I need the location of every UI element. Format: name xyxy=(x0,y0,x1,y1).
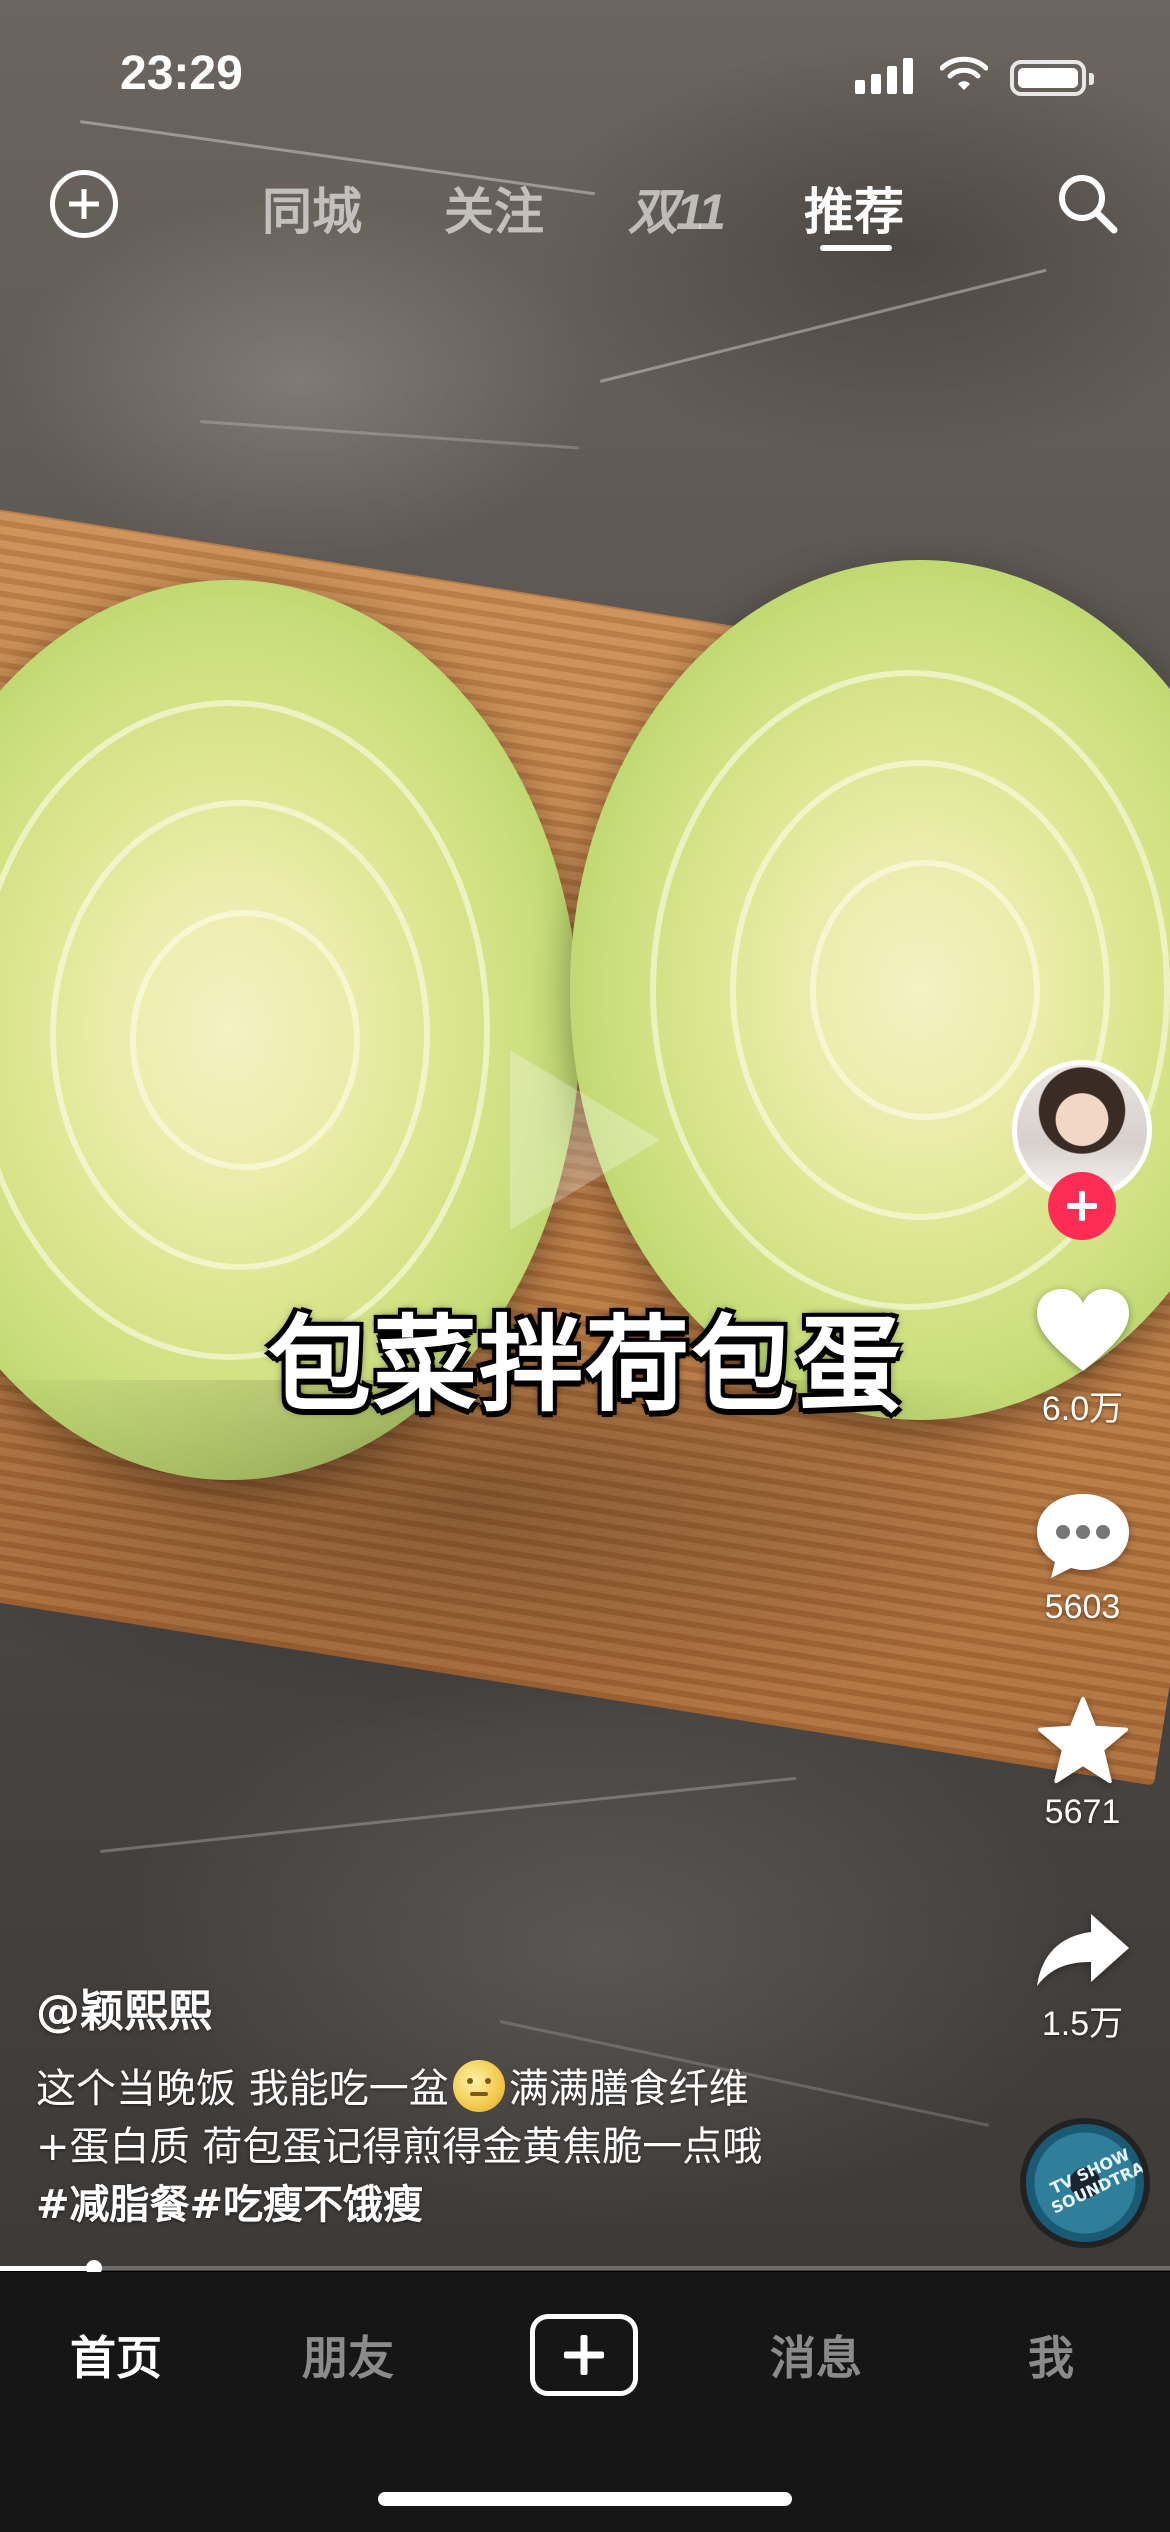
status-time: 23:29 xyxy=(120,47,243,100)
nav-friends[interactable]: 朋友 xyxy=(302,2322,394,2388)
music-disc-text: TV SHOW SOUNDTRACKS xyxy=(1047,2142,1150,2218)
bottom-nav: 首页 朋友 消息 我 xyxy=(0,2272,1170,2532)
tab-following[interactable]: 关注 xyxy=(444,172,544,244)
share-count: 1.5万 xyxy=(1041,2005,1124,2043)
nav-home[interactable]: 首页 xyxy=(70,2322,162,2388)
comment-button[interactable]: 5603 xyxy=(1020,1490,1145,1627)
heart-icon xyxy=(1036,1289,1129,1371)
share-arrow-icon xyxy=(1036,1914,1129,1986)
search-icon[interactable] xyxy=(1052,168,1122,238)
description-text: 这个当晚饭 我能吃一盆 xyxy=(36,2066,449,2112)
marble-vein xyxy=(99,1776,797,1853)
like-count: 6.0万 xyxy=(1041,1390,1124,1428)
play-icon xyxy=(510,1050,660,1230)
moon-face-icon xyxy=(452,2060,505,2112)
nav-me[interactable]: 我 xyxy=(1028,2322,1074,2388)
marble-vein xyxy=(199,420,580,450)
video-player[interactable]: 包菜拌荷包蛋 xyxy=(0,0,1170,2270)
add-circle-icon[interactable] xyxy=(50,170,118,238)
wifi-icon xyxy=(940,56,988,90)
author-name[interactable]: @颖熙熙 xyxy=(36,1975,212,2039)
follow-button[interactable] xyxy=(1048,1172,1116,1240)
create-plus-icon[interactable] xyxy=(530,2314,638,2396)
nav-messages[interactable]: 消息 xyxy=(770,2322,862,2388)
share-button[interactable]: 1.5万 xyxy=(1020,1910,1145,2045)
tab-recommend[interactable]: 推荐 xyxy=(804,172,904,244)
post-description[interactable]: 这个当晚饭 我能吃一盆 满满膳食纤维 +蛋白质 荷包蛋记得煎得金黄焦脆一点哦 #减… xyxy=(36,2060,936,2234)
favorite-button[interactable]: 5671 xyxy=(1020,1695,1145,1832)
marble-vein xyxy=(599,268,1047,383)
top-nav: 同城 关注 双11 推荐 xyxy=(0,150,1170,260)
status-bar: 23:29 xyxy=(0,0,1170,150)
video-progress[interactable] xyxy=(0,2260,1170,2276)
active-tab-indicator xyxy=(820,245,892,251)
like-button[interactable]: 6.0万 xyxy=(1020,1285,1145,1430)
comment-icon xyxy=(1036,1494,1129,1578)
tab-same-city[interactable]: 同城 xyxy=(262,172,362,244)
shadow xyxy=(0,1380,1170,1780)
music-disc[interactable]: TV SHOW SOUNDTRACKS xyxy=(1020,2118,1150,2248)
home-indicator xyxy=(378,2492,792,2506)
progress-fill xyxy=(0,2266,94,2271)
signal-icon xyxy=(855,58,913,94)
comment-count: 5603 xyxy=(1044,1588,1121,1626)
description-text: 满满膳食纤维 xyxy=(508,2066,749,2112)
description-text: +蛋白质 荷包蛋记得煎得金黄焦脆一点哦 xyxy=(36,2124,763,2170)
star-icon xyxy=(1037,1696,1128,1784)
video-caption: 包菜拌荷包蛋 xyxy=(266,1304,903,1426)
hashtags[interactable]: #减脂餐#吃瘦不饿瘦 xyxy=(36,2176,936,2234)
favorite-count: 5671 xyxy=(1044,1793,1121,1831)
battery-icon xyxy=(1010,60,1094,96)
tab-double-11[interactable]: 双11 xyxy=(628,172,726,244)
